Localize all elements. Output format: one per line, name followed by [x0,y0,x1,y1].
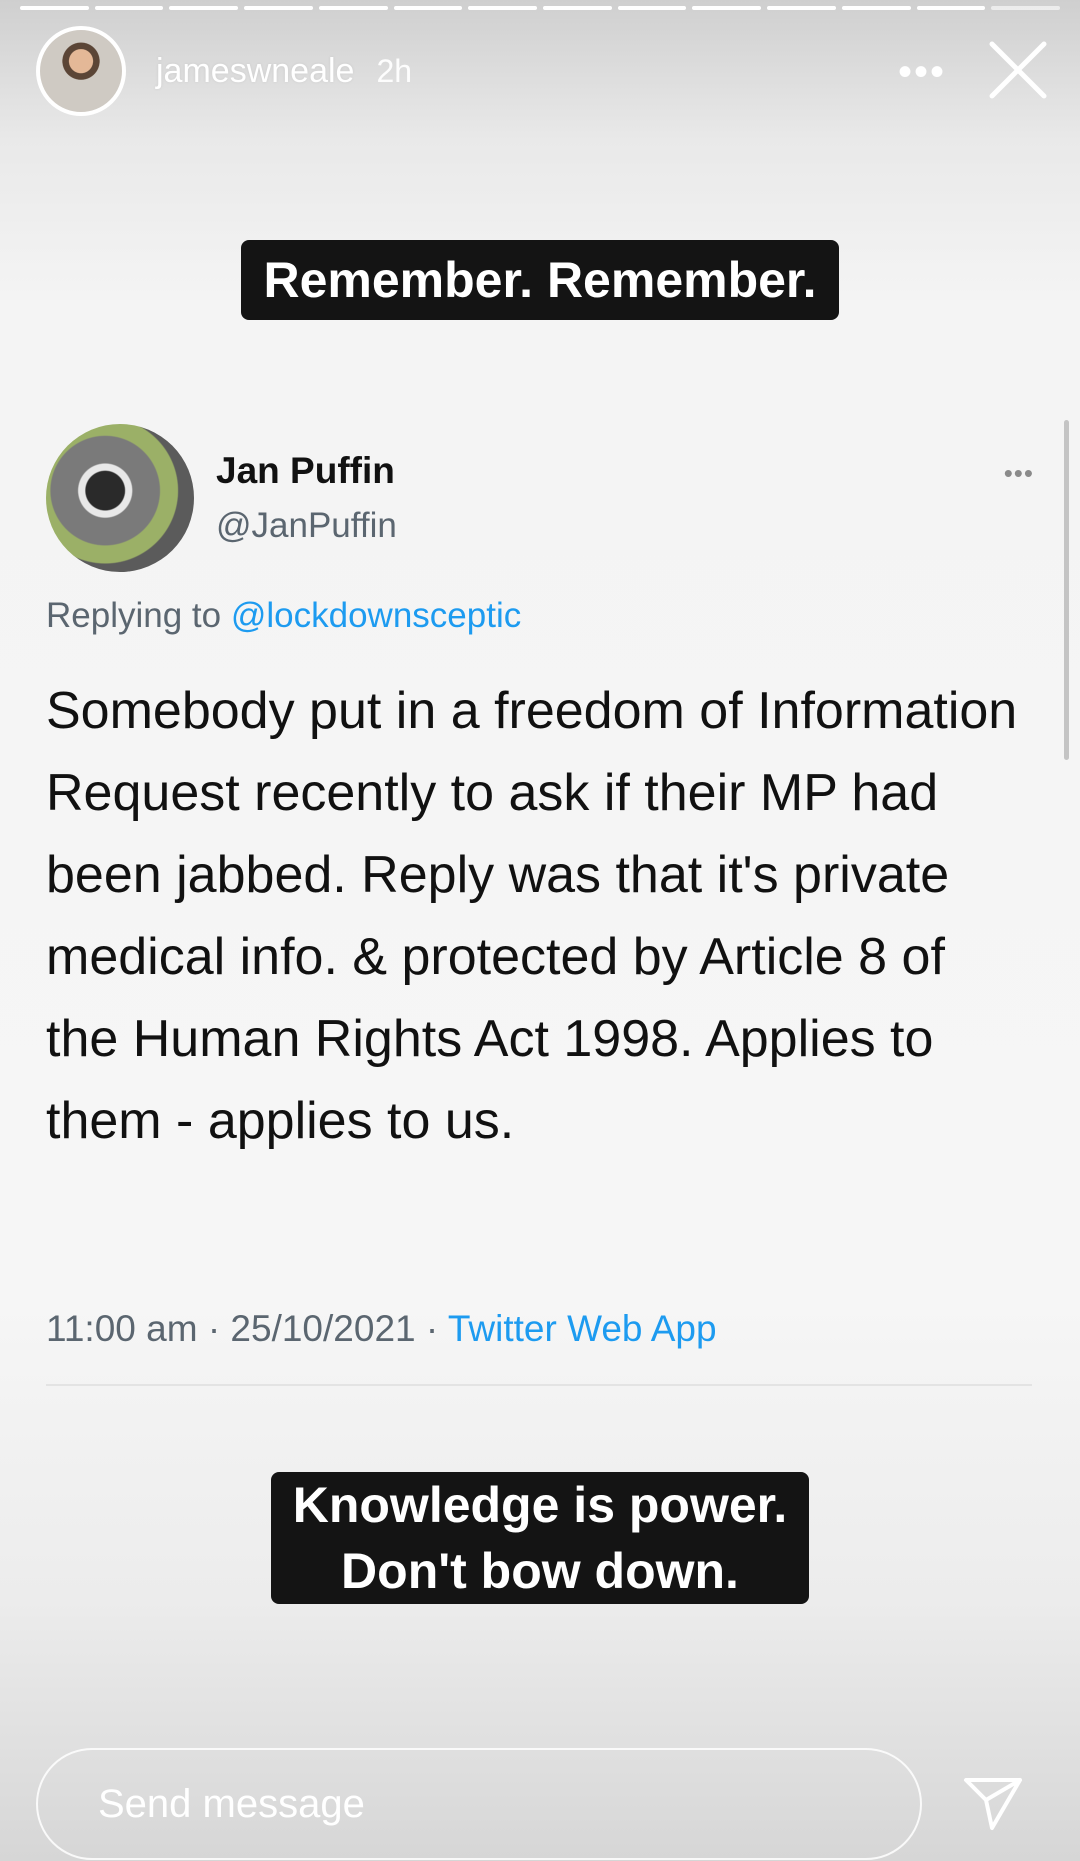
progress-segment [991,6,1061,10]
meta-separator: · [207,1308,221,1349]
tweet-menu-icon: ••• [1003,458,1034,488]
close-icon[interactable] [980,32,1056,108]
progress-segment [617,6,687,10]
caption-bottom: Knowledge is power. Don't bow down. [0,1472,1080,1604]
scrollbar [1064,420,1069,760]
divider [46,1384,1032,1386]
progress-segment [20,6,89,10]
tweet-body: Somebody put in a freedom of Information… [46,682,1018,1150]
tweet-meta: 11:00 am · 25/10/2021 · Twitter Web App [46,1308,717,1350]
progress-segment [916,6,986,10]
progress-segment [244,6,313,10]
progress-segment [94,6,164,10]
avatar[interactable] [36,26,126,116]
caption-bottom-line1: Knowledge is power. [292,1472,788,1538]
caption-bottom-line2: Don't bow down. [341,1538,739,1604]
tweet-author-handle: @JanPuffin [216,506,397,545]
progress-segment [393,6,463,10]
progress-segment [767,6,836,10]
message-bar[interactable] [36,1748,922,1860]
send-message-input[interactable] [98,1782,798,1827]
more-options-icon[interactable]: ••• [898,50,946,95]
progress-segment [841,6,911,10]
progress-segment [318,6,388,10]
replying-mention: @lockdownsceptic [230,596,522,635]
tweet-avatar [46,424,194,572]
tweet-replying-to: Replying to @lockdownsceptic [46,596,521,636]
tweet-time: 11:00 am [46,1308,198,1349]
progress-segment [543,6,612,10]
caption-bottom-text: Knowledge is power. Don't bow down. [270,1472,810,1604]
progress-segment [169,6,239,10]
tweet-date: 25/10/2021 [230,1308,416,1349]
username[interactable]: jameswneale [156,52,354,91]
caption-top-text: Remember. Remember. [241,240,839,320]
meta-separator: · [425,1308,439,1349]
caption-top: Remember. Remember. [0,240,1080,320]
progress-segment [692,6,762,10]
send-icon[interactable] [960,1770,1026,1836]
progress-segment [468,6,538,10]
story-progress-bar [20,6,1061,10]
tweet-author-name: Jan Puffin [216,450,395,491]
tweet-source: Twitter Web App [447,1308,717,1349]
story-header: jameswneale 2h ••• [36,26,1056,116]
timestamp: 2h [376,52,413,89]
replying-prefix: Replying to [46,596,222,635]
